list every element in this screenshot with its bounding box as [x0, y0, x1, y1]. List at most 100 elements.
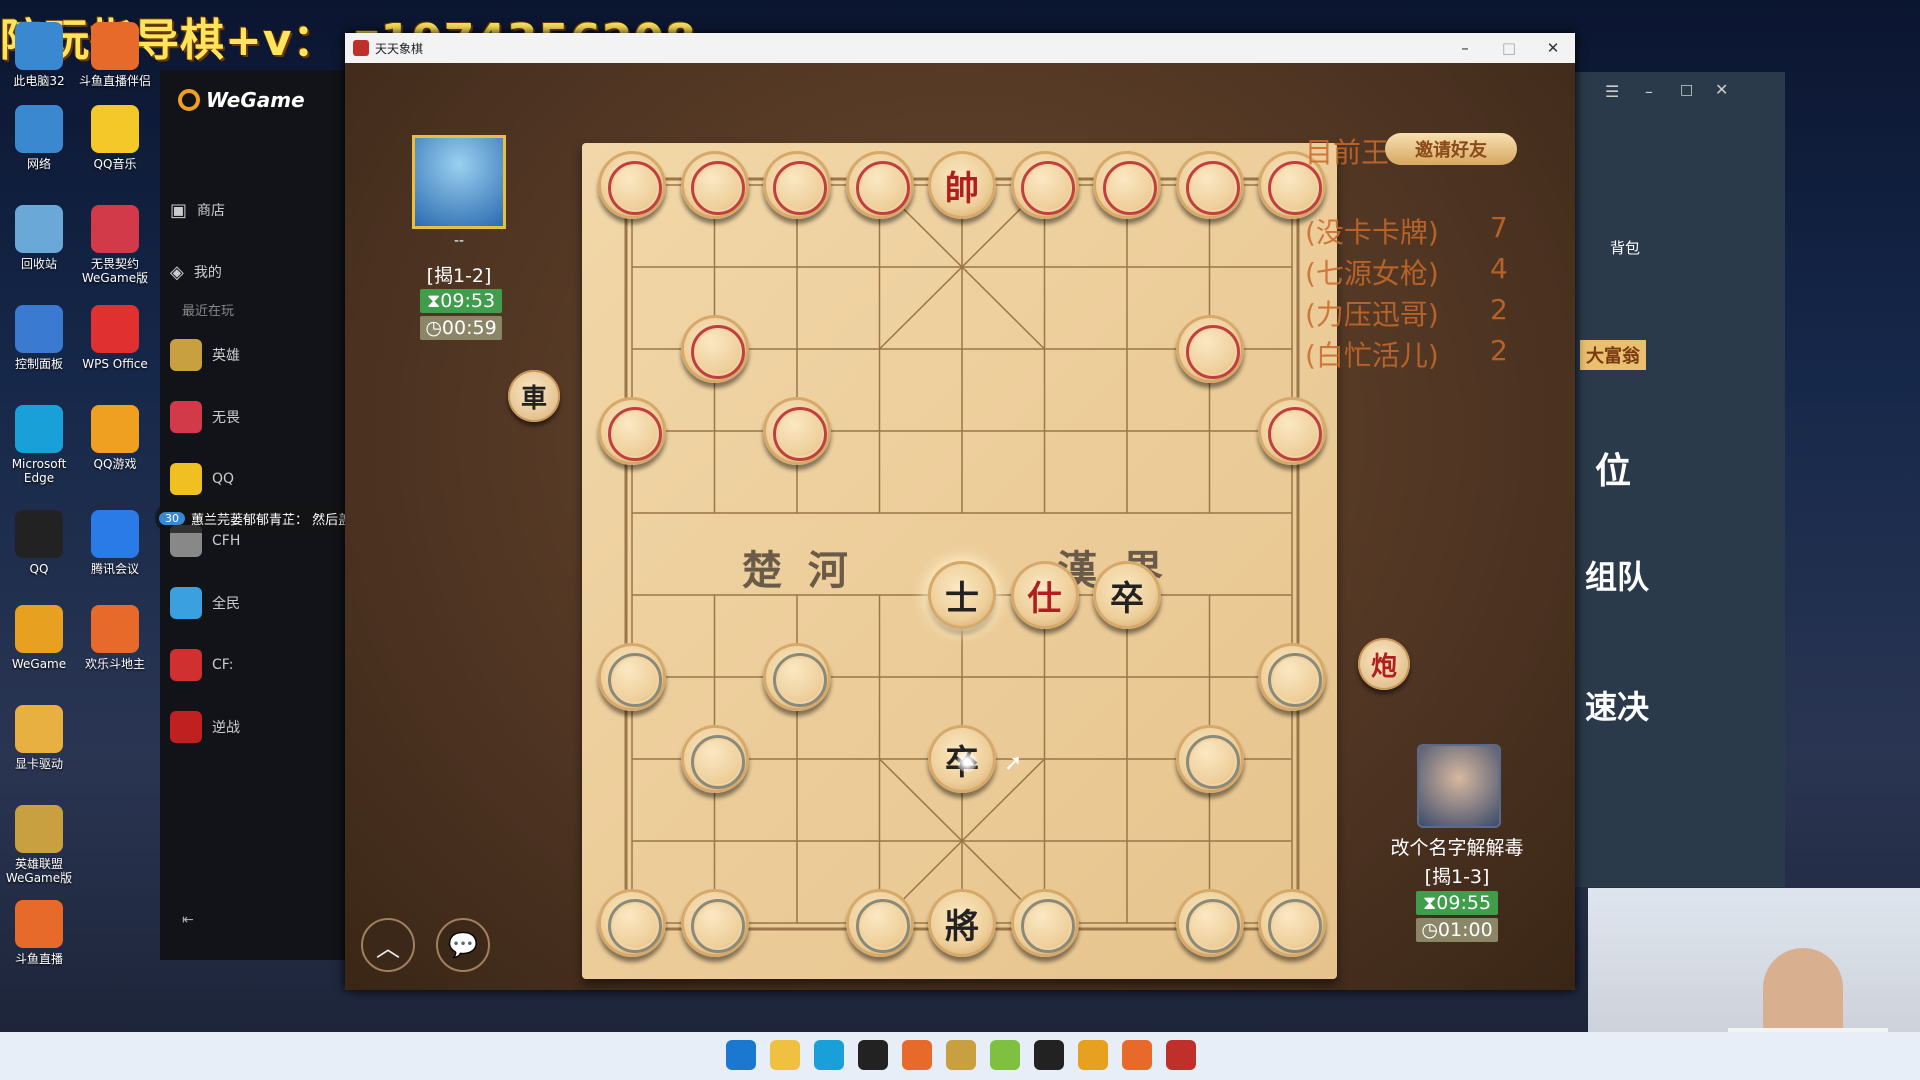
- desktop-icon[interactable]: Microsoft Edge: [0, 405, 78, 485]
- desktop-icon[interactable]: QQ音乐: [76, 105, 154, 171]
- backpack-label[interactable]: 背包: [1610, 237, 1640, 258]
- hidden-chess-piece[interactable]: [845, 151, 914, 219]
- hidden-chess-piece[interactable]: [1010, 889, 1079, 957]
- maximize-button[interactable]: □: [1487, 33, 1531, 63]
- wegame-game-item[interactable]: 无畏: [170, 395, 340, 439]
- desktop-icon[interactable]: 斗鱼直播: [0, 900, 78, 966]
- invite-friends-button[interactable]: 邀请好友: [1385, 133, 1517, 165]
- top-player-avatar[interactable]: [412, 135, 506, 229]
- hidden-chess-piece[interactable]: [1175, 151, 1244, 219]
- maximize-icon[interactable]: □: [1680, 82, 1693, 98]
- chess-piece[interactable]: 將: [928, 889, 996, 957]
- chess-piece[interactable]: 卒: [1093, 561, 1161, 629]
- desktop-icon[interactable]: 此电脑32: [0, 22, 78, 88]
- desktop-icon[interactable]: WeGame: [0, 605, 78, 671]
- hidden-chess-piece[interactable]: [680, 151, 749, 219]
- edge-icon[interactable]: [814, 1040, 844, 1070]
- close-icon[interactable]: ✕: [1715, 80, 1728, 99]
- expand-up-button[interactable]: ︿: [361, 918, 415, 972]
- wegame-game-item[interactable]: CF:: [170, 643, 340, 687]
- hidden-chess-piece[interactable]: [763, 643, 831, 711]
- minimize-button[interactable]: –: [1443, 33, 1487, 63]
- wegame-logo-icon: [178, 89, 200, 111]
- qq-icon[interactable]: [1034, 1040, 1064, 1070]
- hidden-chess-piece[interactable]: [1010, 151, 1079, 219]
- game-label: CF:: [212, 657, 234, 673]
- desktop-icon[interactable]: QQ: [0, 510, 78, 576]
- window-title: 天天象棋: [375, 41, 424, 56]
- douyu-icon[interactable]: [902, 1040, 932, 1070]
- game-icon: [170, 463, 202, 495]
- chess-piece[interactable]: 帥: [928, 151, 996, 219]
- desktop-icon-label: 无畏契约WeGame版: [81, 257, 149, 285]
- start-icon[interactable]: [726, 1040, 756, 1070]
- hidden-chess-piece[interactable]: [1175, 889, 1244, 957]
- collapse-icon[interactable]: ⇤: [182, 912, 194, 928]
- close-button[interactable]: ✕: [1531, 33, 1575, 63]
- hidden-chess-piece[interactable]: [1258, 643, 1326, 711]
- app-icon: [15, 405, 63, 453]
- desktop-icon[interactable]: 英雄联盟WeGame版: [0, 805, 78, 885]
- hidden-chess-piece[interactable]: [1175, 725, 1244, 793]
- game-icon: [170, 339, 202, 371]
- lol-icon[interactable]: [946, 1040, 976, 1070]
- desktop-icon[interactable]: 控制面板: [0, 305, 78, 371]
- tag-label: 大富翁: [1580, 340, 1646, 370]
- hidden-chess-piece[interactable]: [763, 397, 831, 465]
- hidden-chess-piece[interactable]: [598, 643, 666, 711]
- desktop-icon[interactable]: 网络: [0, 105, 78, 171]
- hidden-chess-piece[interactable]: [598, 151, 666, 219]
- desktop-icon[interactable]: WPS Office: [76, 305, 154, 371]
- wegame-game-item[interactable]: 逆战: [170, 705, 340, 749]
- app-icon: [91, 510, 139, 558]
- chess-app-icon[interactable]: [1166, 1040, 1196, 1070]
- app-icon: [15, 205, 63, 253]
- desktop-icon-label: QQ: [29, 562, 49, 576]
- game-icon: [170, 401, 202, 433]
- menu-icon[interactable]: ☰: [1605, 82, 1619, 101]
- hidden-chess-piece[interactable]: [680, 725, 749, 793]
- background-game-window: ☰ – □ ✕ 背包 大富翁 位 组队 速决: [1575, 72, 1785, 887]
- hidden-chess-piece[interactable]: [1175, 315, 1244, 383]
- wegame-menu-mine[interactable]: ◈ 我的: [170, 250, 340, 294]
- hidden-chess-piece[interactable]: [1258, 397, 1326, 465]
- desktop-icon[interactable]: 腾讯会议: [76, 510, 154, 576]
- chess-board[interactable]: 楚 河 漢 界 帥士仕卒卒將 ➚: [582, 143, 1337, 979]
- wegame-menu-store[interactable]: ▣ 商店: [170, 188, 340, 232]
- qqmusic-icon[interactable]: [990, 1040, 1020, 1070]
- hidden-chess-piece[interactable]: [598, 397, 666, 465]
- bottom-player-avatar[interactable]: [1417, 744, 1501, 828]
- wegame-game-item[interactable]: 英雄: [170, 333, 340, 377]
- recent-label: 最近在玩: [182, 304, 235, 319]
- hidden-chess-piece[interactable]: [845, 889, 914, 957]
- douyu-live-icon[interactable]: [1122, 1040, 1152, 1070]
- file-explorer-icon[interactable]: [770, 1040, 800, 1070]
- hidden-chess-piece[interactable]: [598, 889, 666, 957]
- chat-badge: 30: [159, 511, 185, 525]
- minimize-icon[interactable]: –: [1645, 82, 1653, 101]
- move-target-marker[interactable]: [956, 751, 978, 773]
- hidden-chess-piece[interactable]: [763, 151, 831, 219]
- desktop-icon-label: 英雄联盟WeGame版: [5, 857, 73, 885]
- chess-piece[interactable]: 仕: [1010, 561, 1079, 629]
- hidden-chess-piece[interactable]: [1258, 889, 1326, 957]
- hidden-chess-piece[interactable]: [680, 315, 749, 383]
- chess-window: 天天象棋 – □ ✕ -- [揭1-2] ⧗ 09:53 ◷ 00:59 車 楚 河…: [345, 33, 1575, 990]
- mouse-cursor-icon: ➚: [1004, 751, 1023, 776]
- desktop-icon[interactable]: QQ游戏: [76, 405, 154, 471]
- desktop-icon[interactable]: 显卡驱动: [0, 705, 78, 771]
- hidden-chess-piece[interactable]: [680, 889, 749, 957]
- qqgame-icon[interactable]: [1078, 1040, 1108, 1070]
- desktop-icon[interactable]: 斗鱼直播伴侣: [76, 22, 154, 88]
- desktop-icon[interactable]: 无畏契约WeGame版: [76, 205, 154, 285]
- chat-button[interactable]: 💬: [436, 918, 490, 972]
- wegame-game-item[interactable]: 全民: [170, 581, 340, 625]
- wegame-icon[interactable]: [858, 1040, 888, 1070]
- hidden-chess-piece[interactable]: [1093, 151, 1161, 219]
- desktop-icon[interactable]: 回收站: [0, 205, 78, 271]
- app-icon: [15, 510, 63, 558]
- app-icon: [15, 305, 63, 353]
- wegame-game-item[interactable]: QQ: [170, 457, 340, 501]
- desktop-icon[interactable]: 欢乐斗地主: [76, 605, 154, 671]
- chess-piece[interactable]: 士: [928, 561, 996, 629]
